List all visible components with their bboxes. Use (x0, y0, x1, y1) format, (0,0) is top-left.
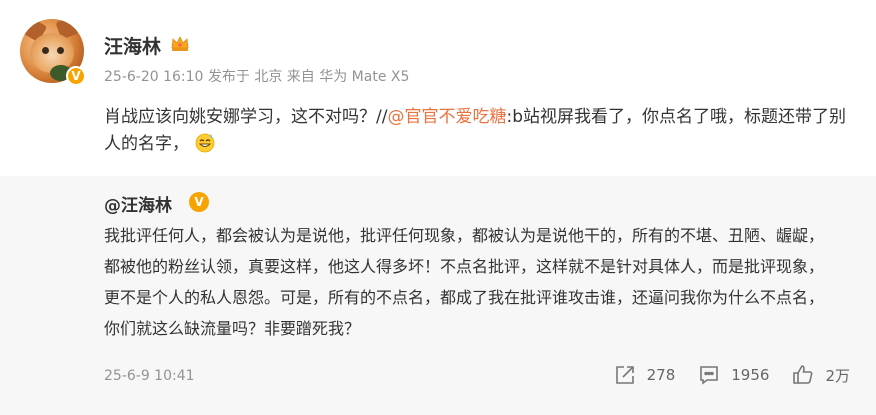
comment-button[interactable]: 1956 (697, 363, 769, 387)
author-name[interactable]: 汪海林 (104, 32, 161, 59)
comment-count: 1956 (731, 366, 770, 384)
verified-badge-icon: V (66, 66, 86, 86)
grinning-sweat-emoji-icon (196, 133, 215, 153)
repost-card[interactable]: @汪海林 V 我批评任何人，都会被认为是说他，批评任何现象，都被认为是说他干的，… (0, 176, 876, 415)
verified-badge-icon: V (189, 192, 209, 212)
mention-link[interactable]: @官官不爱吃糖 (387, 107, 506, 127)
crown-icon (171, 36, 189, 51)
comment-icon (700, 366, 719, 385)
post-text-before: 肖战应该向姚安娜学习，这不对吗？// (104, 107, 388, 127)
like-count: 2万 (825, 366, 850, 385)
post-meta: 25-6-20 16:10 发布于 北京 来自 华为 Mate X5 (104, 69, 410, 85)
repost-timestamp[interactable]: 25-6-9 10:41 (104, 368, 195, 384)
repost-author-name[interactable]: @汪海林 (104, 191, 172, 216)
thumbs-up-icon (793, 365, 813, 384)
repost-text: 我批评任何人，都会被认为是说他，批评任何现象，都被认为是说他干的，所有的不堪、丑… (104, 226, 825, 338)
post-text: 肖战应该向姚安娜学习，这不对吗？//@官官不爱吃糖:b站视屏我看了，你点名了哦，… (104, 104, 849, 158)
like-button[interactable]: 2万 (791, 363, 850, 387)
share-icon (615, 366, 634, 384)
share-count: 278 (646, 366, 676, 384)
share-button[interactable]: 278 (613, 363, 676, 387)
repost-actions: 278 1956 2万 (613, 363, 850, 387)
